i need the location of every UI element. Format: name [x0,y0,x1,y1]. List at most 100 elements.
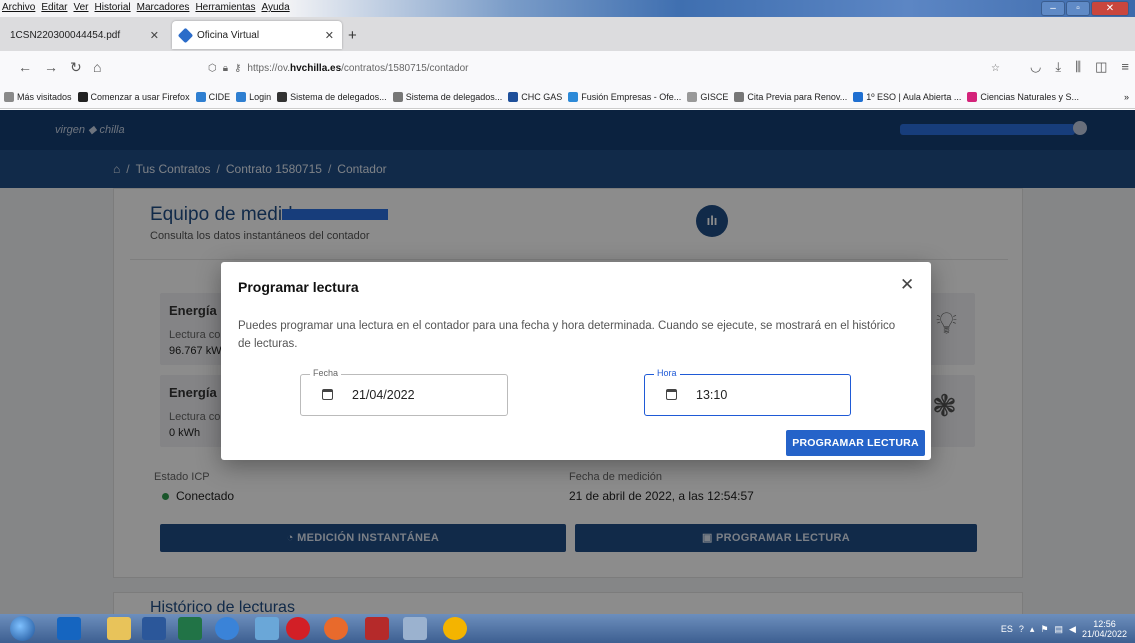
bookmark-favicon-icon [4,91,14,102]
bookmark-favicon-icon [392,91,403,102]
window-close-button[interactable]: ✕ [1091,1,1129,16]
bookmark-item[interactable]: CIDE [195,91,231,102]
bookmark-item[interactable]: Comenzar a usar Firefox [77,91,190,102]
bookmark-label: 1º ESO | Aula Abierta ... [866,91,962,102]
clock[interactable]: 12:56 21/04/2022 [1082,619,1127,639]
bookmark-item[interactable]: Sistema de delegados... [277,91,387,102]
fecha-field[interactable]: Fecha 21/04/2022 [300,368,508,416]
excel-icon[interactable] [178,617,202,640]
bookmark-favicon-icon [734,91,745,102]
bookmark-item[interactable]: Sistema de delegados... [392,91,502,102]
internet-explorer-icon[interactable] [215,617,239,640]
chrome-icon[interactable] [443,617,467,640]
tab-label: Oficina Virtual [197,29,260,41]
library-icon[interactable]: ⫼ [1075,59,1081,75]
maximize-button[interactable]: ▫ [1066,1,1090,16]
home-icon[interactable]: ⌂ [93,59,101,75]
downloads-icon[interactable]: ⤓ [1055,59,1061,75]
fecha-value[interactable]: 21/04/2022 [352,388,415,402]
bookmark-label: CIDE [208,91,231,102]
bookmark-item[interactable]: Login [236,91,272,102]
menu-bar: Archivo Editar Ver Historial Marcadores … [0,0,1135,17]
bookmark-item[interactable]: GISCE [687,91,729,102]
fecha-label: Fecha [310,368,342,378]
dialog-description: Puedes programar una lectura en el conta… [238,320,896,350]
bookmarks-bar: Más visitados Comenzar a usar Firefox CIDE… [0,85,1135,109]
bookmark-star-icon[interactable]: ☆ [991,63,1000,74]
help-icon[interactable]: ? [1019,624,1024,634]
forward-icon[interactable]: → [44,59,58,75]
key-icon[interactable]: ⚷ [234,63,241,74]
clock-date: 21/04/2022 [1081,629,1127,639]
opera-icon[interactable] [286,617,310,640]
explorer-folder-icon[interactable] [107,617,131,640]
bookmark-favicon-icon [568,91,579,102]
reload-icon[interactable]: ↻ [70,59,82,76]
bookmark-label: Cita Previa para Renov... [747,91,848,102]
bookmark-favicon-icon [687,91,698,102]
bookmark-item[interactable]: Más visitados [4,91,72,102]
menu-hamburger-icon[interactable]: ≡ [1121,59,1129,75]
network-app-icon[interactable] [255,617,279,640]
tab-strip: 1CSN220300044454.pdf ✕ Oficina Virtual ✕… [0,17,1135,51]
menu-historial[interactable]: Historial [95,2,131,13]
hora-label: Hora [654,368,680,378]
lock-icon[interactable]: 🔒︎ [223,63,228,74]
volume-icon[interactable]: ◀ [1069,624,1076,635]
bookmark-label: Más visitados [17,91,72,102]
close-icon[interactable]: ✕ [900,275,914,295]
bookmark-label: CHC GAS [521,91,563,102]
menu-ver[interactable]: Ver [73,2,88,13]
bookmark-item[interactable]: CHC GAS [508,91,563,102]
bookmark-favicon-icon [508,91,519,102]
bookmark-label: GISCE [700,91,729,102]
menu-herramientas[interactable]: Herramientas [195,2,255,13]
programar-lectura-submit-button[interactable]: PROGRAMAR LECTURA [786,430,925,456]
network-icon[interactable]: ▤ [1055,624,1064,635]
site-favicon-icon [177,27,194,43]
filezilla-icon[interactable] [365,617,389,640]
menu-archivo[interactable]: Archivo [2,2,35,13]
bookmark-favicon-icon [967,91,978,102]
firefox-icon[interactable] [324,617,348,640]
pocket-icon[interactable]: ◡ [1030,59,1041,75]
menu-items: Archivo Editar Ver Historial Marcadores … [2,2,290,13]
start-button[interactable] [10,616,35,641]
outlook-icon[interactable] [57,617,81,640]
calendar-icon[interactable] [322,389,333,400]
menu-ayuda[interactable]: Ayuda [261,2,289,13]
toolbar-right: ◡ ⤓ ⫼ ◫ ≡ [1030,59,1129,75]
clock-time: 12:56 [1093,619,1116,629]
close-tab-icon[interactable]: ✕ [150,29,159,42]
taskbar: ES ? ▴ ⚑ ▤ ◀ 12:56 21/04/2022 [0,614,1135,643]
paint-icon[interactable] [403,617,427,640]
tray-expand-icon[interactable]: ▴ [1030,624,1035,635]
tab-oficina-virtual[interactable]: Oficina Virtual ✕ [172,21,342,49]
url-text: https://ov.hvchilla.es/contratos/1580715… [247,62,469,74]
bookmark-item[interactable]: Ciencias Naturales y S... [967,91,1079,102]
new-tab-icon[interactable]: + [348,27,357,44]
hora-value[interactable]: 13:10 [696,388,727,402]
calendar-icon[interactable] [666,389,677,400]
menu-marcadores[interactable]: Marcadores [137,2,190,13]
back-icon[interactable]: ← [18,59,32,75]
close-tab-icon[interactable]: ✕ [325,29,334,42]
bookmark-item[interactable]: Fusión Empresas - Ofe... [568,91,682,102]
flag-icon[interactable]: ⚑ [1040,624,1048,635]
bookmark-item[interactable]: Cita Previa para Renov... [734,91,848,102]
word-icon[interactable] [142,617,166,640]
tab-pdf[interactable]: 1CSN220300044454.pdf ✕ [2,21,167,49]
bookmark-label: Fusión Empresas - Ofe... [581,91,682,102]
url-bar[interactable]: ⬡ 🔒︎ ⚷ https://ov.hvchilla.es/contratos/… [208,56,1000,80]
hora-field[interactable]: Hora 13:10 [644,368,851,416]
menu-editar[interactable]: Editar [41,2,67,13]
sidebar-icon[interactable]: ◫ [1095,59,1107,75]
bookmarks-overflow-icon[interactable]: » [1124,92,1135,102]
shield-icon[interactable]: ⬡ [208,63,217,74]
bookmark-favicon-icon [77,91,88,102]
bookmark-label: Login [249,91,272,102]
minimize-button[interactable]: – [1041,1,1065,16]
bookmark-item[interactable]: 1º ESO | Aula Abierta ... [853,91,962,102]
language-indicator[interactable]: ES [1001,624,1013,634]
tab-label: 1CSN220300044454.pdf [10,29,121,41]
